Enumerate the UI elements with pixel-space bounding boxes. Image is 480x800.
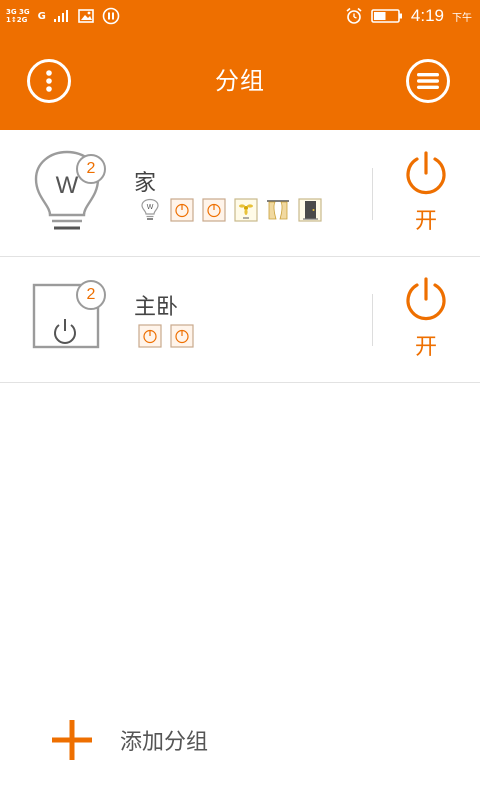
curtain-icon [267, 200, 289, 220]
lightbulb-icon: W [141, 198, 159, 220]
alarm-icon [346, 7, 362, 24]
carrier-label: G [37, 10, 46, 22]
more-vertical-icon [46, 70, 52, 92]
socket-icon [202, 198, 226, 222]
device-list: W [138, 198, 322, 222]
status-left: 3G 3G 1↕2G G [6, 4, 120, 28]
row-divider [372, 294, 373, 346]
menu-icon [417, 73, 439, 89]
power-icon [406, 151, 446, 195]
app-header: 分组 [0, 32, 480, 130]
socket-icon [138, 324, 162, 348]
power-button[interactable]: 开 [400, 149, 452, 235]
battery-icon [371, 9, 402, 23]
svg-text:W: W [147, 204, 154, 211]
clock-ampm: 下午 [452, 12, 472, 24]
menu-button[interactable] [406, 59, 450, 103]
power-label: 开 [414, 209, 437, 234]
group-name: 家 [134, 171, 157, 196]
plus-icon [52, 720, 92, 760]
group-row[interactable]: W 2 家 W 开 [0, 131, 480, 257]
socket-icon [170, 198, 194, 222]
network-line1: 3G 3G [6, 8, 30, 16]
fan-icon [234, 198, 258, 222]
pause-notification-icon [102, 7, 120, 25]
device-list [138, 324, 194, 348]
status-bar: 3G 3G 1↕2G G 4:19 下午 [0, 0, 480, 32]
image-notification-icon [78, 9, 94, 23]
status-right: 4:19 下午 [345, 4, 472, 28]
more-options-button[interactable] [27, 59, 71, 103]
group-icon: 2 [30, 275, 110, 365]
socket-icon [170, 324, 194, 348]
signal-icon [53, 10, 68, 22]
network-line2: 1↕2G [6, 16, 28, 24]
add-group-button[interactable]: 添加分组 [50, 712, 208, 768]
app-screen: 3G 3G 1↕2G G 4:19 下午 分组 W 2 家 W 开 2 主卧 开… [0, 0, 480, 800]
bulb-letter: W [56, 172, 79, 199]
group-badge: 2 [76, 154, 106, 184]
door-icon [298, 198, 322, 222]
power-button[interactable]: 开 [400, 275, 452, 361]
power-icon [406, 277, 446, 321]
power-label: 开 [414, 335, 437, 360]
group-badge: 2 [76, 280, 106, 310]
clock-time: 4:19 [410, 6, 444, 25]
group-row[interactable]: 2 主卧 开 [0, 257, 480, 383]
group-icon: W 2 [30, 149, 110, 239]
network-indicator: 3G 3G 1↕2G [6, 8, 30, 24]
row-divider [372, 168, 373, 220]
group-name: 主卧 [134, 295, 179, 320]
add-group-label: 添加分组 [120, 730, 209, 755]
